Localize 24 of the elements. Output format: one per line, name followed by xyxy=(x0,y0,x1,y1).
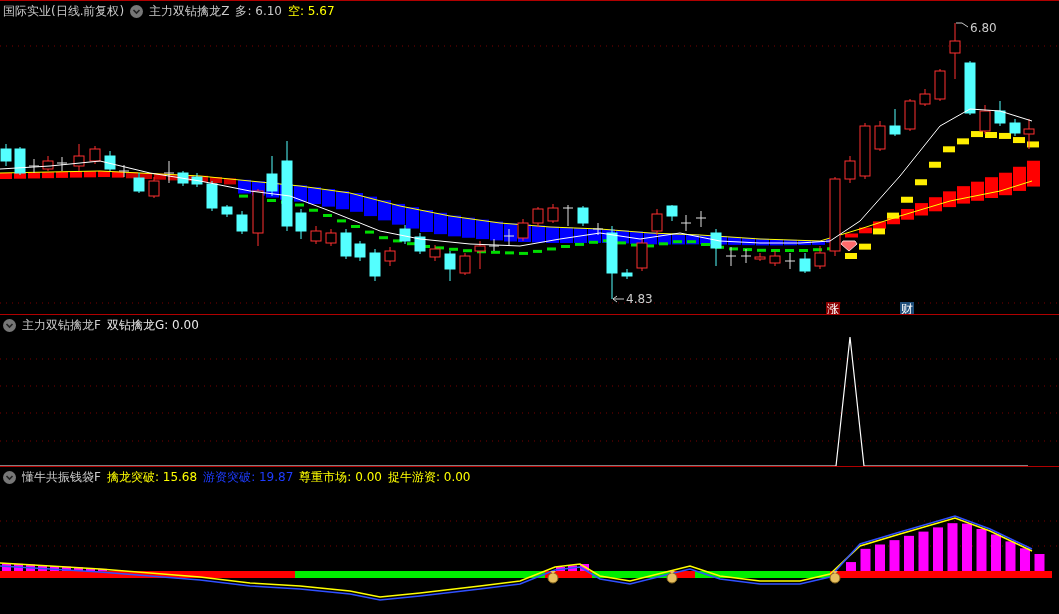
signal-marker: 涨 xyxy=(826,302,840,314)
chevron-circle-icon[interactable] xyxy=(3,470,16,484)
indicator-readout: 多: 6.10 xyxy=(235,5,282,17)
indicator-readout: 擒龙突破: 15.68 xyxy=(106,471,198,483)
chevron-circle-icon[interactable] xyxy=(3,318,16,332)
low-price-label: 4.83 xyxy=(626,292,653,306)
high-price-label: 6.80 xyxy=(970,21,997,35)
indicator-name[interactable]: 懂牛共振钱袋F xyxy=(22,471,101,483)
indicator-readout: 游资突破: 19.87 xyxy=(203,471,294,483)
leader-line xyxy=(612,295,625,303)
chevron-circle-icon[interactable] xyxy=(130,4,144,18)
indicator-readout: 尊重市场: 0.00 xyxy=(299,471,382,483)
indicator-name[interactable]: 主力双钻擒龙Z xyxy=(149,5,230,17)
money-bag-icon xyxy=(547,571,559,584)
indicator-name[interactable]: 主力双钻擒龙F xyxy=(22,319,101,331)
money-bag-icon xyxy=(666,571,678,584)
signal-marker: 财 xyxy=(900,302,914,314)
indicator-readout: 空: 5.67 xyxy=(288,5,335,17)
diamond-icon xyxy=(840,240,858,252)
stock-title: 国际实业(日线.前复权) xyxy=(3,5,125,17)
indicator-readout: 捉牛游资: 0.00 xyxy=(387,471,471,483)
leader-line xyxy=(955,22,969,28)
money-bag-icon xyxy=(829,571,841,584)
indicator-readout: 双钻擒龙G: 0.00 xyxy=(106,319,199,331)
